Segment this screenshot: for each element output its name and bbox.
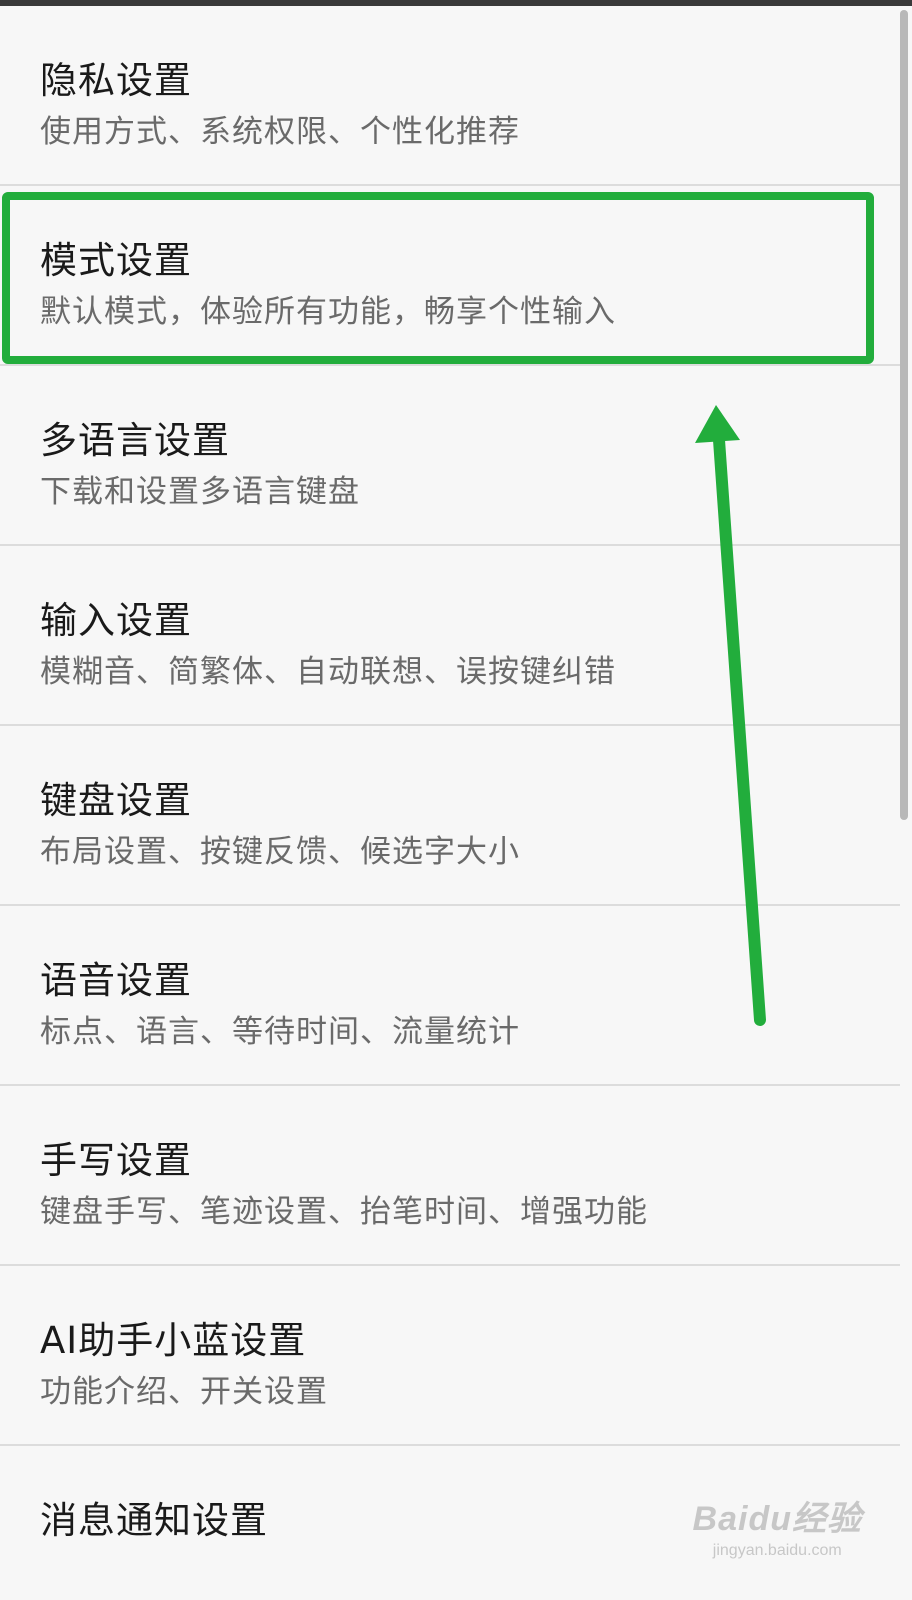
setting-item-keyboard[interactable]: 键盘设置 布局设置、按键反馈、候选字大小 <box>0 726 900 906</box>
setting-subtitle: 模糊音、简繁体、自动联想、误按键纠错 <box>40 654 616 690</box>
setting-title: AI助手小蓝设置 <box>40 1319 307 1362</box>
setting-title: 多语言设置 <box>40 419 230 462</box>
setting-item-voice[interactable]: 语音设置 标点、语言、等待时间、流量统计 <box>0 906 900 1086</box>
setting-item-mode[interactable]: 模式设置 默认模式，体验所有功能，畅享个性输入 <box>0 186 900 366</box>
setting-title: 模式设置 <box>40 239 192 282</box>
setting-title: 手写设置 <box>40 1139 192 1182</box>
setting-item-privacy[interactable]: 隐私设置 使用方式、系统权限、个性化推荐 <box>0 6 900 186</box>
setting-title: 隐私设置 <box>40 59 192 102</box>
setting-item-input[interactable]: 输入设置 模糊音、简繁体、自动联想、误按键纠错 <box>0 546 900 726</box>
setting-title: 键盘设置 <box>40 779 192 822</box>
setting-subtitle: 默认模式，体验所有功能，畅享个性输入 <box>40 294 616 330</box>
setting-subtitle: 布局设置、按键反馈、候选字大小 <box>40 834 520 870</box>
watermark-brand: Baidu经验 <box>692 1500 862 1538</box>
setting-item-ai-assistant[interactable]: AI助手小蓝设置 功能介绍、开关设置 <box>0 1266 900 1446</box>
setting-title: 语音设置 <box>40 959 192 1002</box>
setting-title: 输入设置 <box>40 599 192 642</box>
settings-list: 隐私设置 使用方式、系统权限、个性化推荐 模式设置 默认模式，体验所有功能，畅享… <box>0 6 900 1600</box>
setting-subtitle: 标点、语言、等待时间、流量统计 <box>40 1014 520 1050</box>
setting-item-handwriting[interactable]: 手写设置 键盘手写、笔迹设置、抬笔时间、增强功能 <box>0 1086 900 1266</box>
setting-title: 消息通知设置 <box>40 1499 268 1542</box>
setting-subtitle: 使用方式、系统权限、个性化推荐 <box>40 114 520 150</box>
baidu-watermark: Baidu经验 jingyan.baidu.com <box>693 1491 862 1560</box>
settings-screen: 隐私设置 使用方式、系统权限、个性化推荐 模式设置 默认模式，体验所有功能，畅享… <box>0 0 912 1600</box>
setting-subtitle: 功能介绍、开关设置 <box>40 1374 328 1410</box>
watermark-url: jingyan.baidu.com <box>712 1542 842 1559</box>
setting-subtitle: 键盘手写、笔迹设置、抬笔时间、增强功能 <box>40 1194 648 1230</box>
setting-subtitle: 下载和设置多语言键盘 <box>40 474 360 510</box>
setting-item-multilanguage[interactable]: 多语言设置 下载和设置多语言键盘 <box>0 366 900 546</box>
scrollbar[interactable] <box>900 10 908 820</box>
